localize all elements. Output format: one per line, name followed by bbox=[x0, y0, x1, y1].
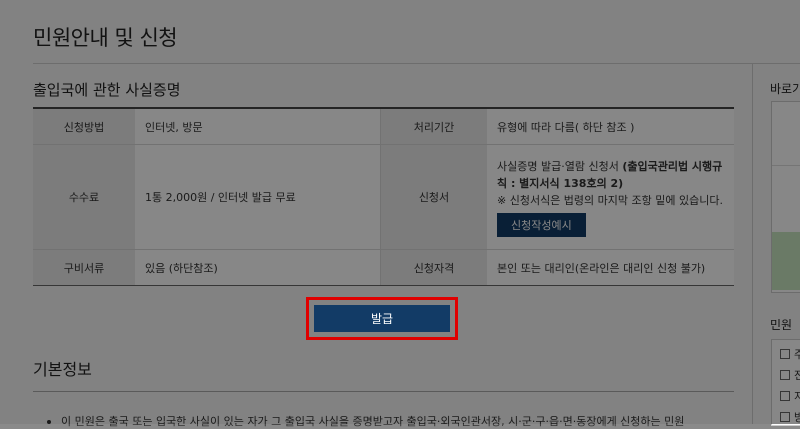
form-name: 사실증명 발급·열람 신청서 bbox=[497, 159, 623, 173]
page-title: 민원안내 및 신청 bbox=[33, 26, 178, 50]
info-table: 신청방법 인터넷, 방문 처리기간 유형에 따라 다름( 하단 참조 ) 수수료… bbox=[33, 107, 734, 286]
divider bbox=[772, 165, 800, 166]
table-header-cell: 신청방법 bbox=[33, 109, 135, 144]
page: 민원안내 및 신청 출입국에 관한 사실증명 신청방법 인터넷, 방문 처리기간… bbox=[0, 0, 800, 428]
sidebar-minwon-label: 민원 bbox=[770, 318, 793, 332]
table-header-cell: 신청자격 bbox=[381, 250, 487, 285]
sidebar-quick-box bbox=[771, 101, 800, 293]
basic-info-bullet: 이 민원은 출국 또는 입국한 사실이 있는 자가 그 출입국 사실을 증명받고… bbox=[47, 413, 737, 429]
bullet-icon bbox=[47, 420, 51, 424]
basic-info-text: 이 민원은 출국 또는 입국한 사실이 있는 자가 그 출입국 사실을 증명받고… bbox=[61, 415, 685, 428]
title-divider bbox=[33, 63, 800, 64]
sidebar-green-panel[interactable] bbox=[772, 232, 800, 290]
checkbox-icon[interactable] bbox=[780, 391, 790, 401]
sample-form-button[interactable]: 신청작성예시 bbox=[497, 212, 586, 237]
table-value-cell: 인터넷, 방문 bbox=[135, 109, 381, 144]
table-row: 구비서류 있음 (하단참조) 신청자격 본인 또는 대리인(온라인은 대리인 신… bbox=[33, 249, 734, 285]
table-value-cell: 유형에 따라 다름( 하단 참조 ) bbox=[487, 109, 734, 144]
section-title: 출입국에 관한 사실증명 bbox=[33, 81, 181, 99]
table-row: 수수료 1통 2,000원 / 인터넷 발급 무료 신청서 사실증명 발급·열람… bbox=[33, 144, 734, 249]
table-row: 신청방법 인터넷, 방문 처리기간 유형에 따라 다름( 하단 참조 ) bbox=[33, 109, 734, 144]
checkbox-icon[interactable] bbox=[780, 412, 790, 422]
table-header-cell: 수수료 bbox=[33, 145, 135, 249]
sidebar-list: 주 전 지 방 bbox=[771, 339, 800, 426]
checkbox-icon[interactable] bbox=[780, 370, 790, 380]
issue-button[interactable]: 발급 bbox=[314, 305, 450, 332]
table-header-cell: 신청서 bbox=[381, 145, 487, 249]
issue-button-highlight: 발급 bbox=[306, 297, 458, 340]
sidebar-list-item[interactable]: 방 bbox=[794, 409, 800, 425]
table-header-cell: 처리기간 bbox=[381, 109, 487, 144]
sidebar-list-item[interactable]: 주 bbox=[794, 346, 800, 362]
sidebar-quick-label: 바로가 bbox=[770, 82, 800, 96]
basic-info-divider bbox=[33, 391, 734, 392]
sidebar-list-item[interactable]: 지 bbox=[794, 388, 800, 404]
table-value-cell: 있음 (하단참조) bbox=[135, 250, 381, 285]
basic-info-title: 기본정보 bbox=[33, 360, 92, 379]
table-value-cell: 본인 또는 대리인(온라인은 대리인 신청 불가) bbox=[487, 250, 734, 285]
form-note: ※ 신청서식은 법령의 마지막 조항 밑에 있습니다. bbox=[497, 193, 723, 207]
form-description: 사실증명 발급·열람 신청서 (출입국관리법 시행규칙 : 별지서식 138호의… bbox=[497, 158, 726, 192]
checkbox-icon[interactable] bbox=[780, 349, 790, 359]
sidebar-list-item[interactable]: 전 bbox=[794, 367, 800, 383]
table-header-cell: 구비서류 bbox=[33, 250, 135, 285]
table-value-cell: 1통 2,000원 / 인터넷 발급 무료 bbox=[135, 145, 381, 249]
application-form-cell: 사실증명 발급·열람 신청서 (출입국관리법 시행규칙 : 별지서식 138호의… bbox=[487, 145, 734, 249]
